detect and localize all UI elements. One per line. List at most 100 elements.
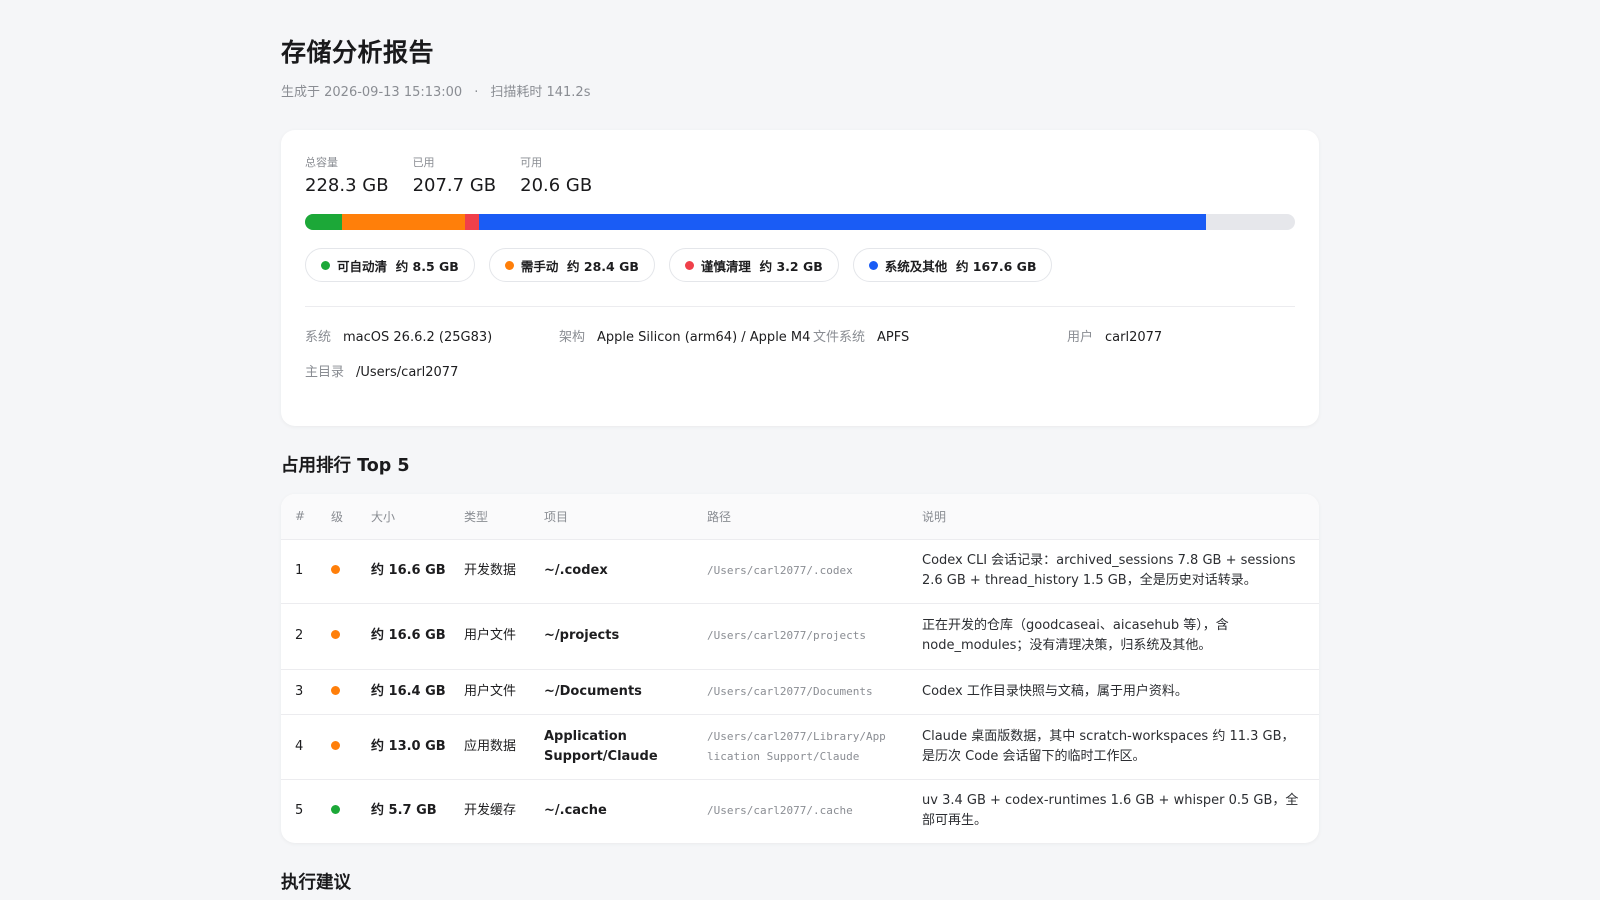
category-dot-icon — [868, 260, 878, 270]
cell-type: 开发缓存 — [464, 803, 517, 819]
report-meta: 生成于 2026-09-13 15:13:00 · 扫描耗时 141.2s — [281, 84, 1319, 102]
table-header-row: # 级 大小 类型 项目 路径 说明 — [281, 494, 1319, 540]
capacity-total-value: 228.3 GB — [305, 175, 389, 196]
generated-time: 生成于 2026-09-13 15:13:00 — [281, 85, 463, 100]
usage-segment — [478, 214, 1206, 230]
cell-size: 约 13.0 GB — [357, 714, 450, 780]
system-info: 系统 macOS 26.6.2 (25G83) 架构 Apple Silicon… — [305, 327, 1295, 383]
sys-arch-value: Apple Silicon (arm64) / Apple M4 — [597, 330, 811, 345]
col-type: 类型 — [450, 494, 530, 540]
table-row[interactable]: 2 约 16.6 GB 用户文件 ~/projects/Users/carl2077/… — [281, 603, 1319, 670]
category-dot-icon — [504, 260, 514, 270]
cell-level — [317, 603, 357, 670]
sys-user: 用户 carl2077 — [1067, 327, 1297, 348]
cell-rank: 1 — [281, 539, 317, 604]
sys-fs-value: APFS — [877, 330, 910, 345]
category-chip: 谨慎清理 约 3.2 GB — [668, 248, 839, 282]
capacity-row: 总容量 228.3 GB 已用 207.7 GB 可用 20.6 GB — [305, 156, 1295, 198]
level-dot-icon — [331, 740, 340, 750]
cell-type: 用户文件 — [450, 603, 530, 670]
table-row[interactable]: 5 约 5.7 GB 开发缓存 ~/.cache/Users/carl2077/.ca… — [281, 779, 1319, 843]
table-row[interactable]: 1 约 16.6 GB 开发数据 ~/.codex/Users/carl2077/.c… — [281, 539, 1319, 604]
capacity-total-label: 总容量 — [305, 156, 338, 169]
cell-item: ~/.cache — [544, 803, 607, 819]
level-dot-icon — [331, 805, 340, 815]
col-rank: # — [281, 494, 317, 540]
cell-type: 应用数据 — [450, 714, 530, 780]
sys-os-value: macOS 26.6.2 (25G83) — [343, 330, 493, 345]
category-chip-label: 可自动清 约 8.5 GB — [337, 258, 459, 274]
usage-segment — [465, 214, 479, 230]
col-level: 级 — [317, 494, 357, 540]
cell-item: ~/.codex — [530, 539, 693, 604]
top5-table-card: # 级 大小 类型 项目 路径 说明 1 约 16.6 GB 开发数据 ~/.code… — [281, 494, 1319, 843]
sys-home-label: 主目录 — [305, 365, 345, 380]
level-dot-icon — [331, 685, 340, 695]
sys-arch-label: 架构 — [559, 330, 586, 345]
sys-user-value: carl2077 — [1105, 330, 1163, 345]
table-row[interactable]: 3 约 16.4 GB 用户文件 ~/Documents/Users/carl2077… — [281, 669, 1319, 715]
suggestions-title: 执行建议 — [281, 873, 351, 893]
capacity-free: 可用 20.6 GB — [520, 156, 592, 198]
scan-duration: 扫描耗时 141.2s — [490, 85, 591, 100]
category-chips: 可自动清 约 8.5 GB 需手动 约 28.4 GB 谨慎清理 约 3.2 GB 系… — [305, 248, 1295, 282]
cell-path: /Users/carl2077/projects — [693, 603, 908, 670]
usage-segment — [341, 214, 465, 230]
category-chip: 系统及其他 约 167.6 GB — [852, 248, 1053, 282]
storage-summary-card: 总容量 228.3 GB 已用 207.7 GB 可用 20.6 GB 可自动清… — [281, 130, 1319, 426]
sys-os-label: 系统 — [305, 330, 332, 345]
sys-home-value: /Users/carl2077 — [356, 365, 459, 380]
cell-level — [317, 714, 357, 780]
sys-arch: 架构 Apple Silicon (arm64) / Apple M4 — [559, 327, 813, 348]
sys-fs: 文件系统 APFS — [813, 327, 1067, 348]
sys-os: 系统 macOS 26.6.2 (25G83) — [305, 327, 559, 348]
sys-home: 主目录 /Users/carl2077 — [305, 362, 559, 383]
cell-rank: 2 — [281, 603, 317, 670]
cell-rank: 4 — [281, 714, 317, 780]
cell-level — [317, 669, 357, 715]
cell-rank: 5 — [295, 803, 304, 819]
level-dot-icon — [331, 630, 340, 639]
col-desc: 说明 — [908, 494, 1319, 540]
cell-desc: Codex 工作目录快照与文稿，属于用户资料。 — [908, 669, 1319, 715]
report-page: 存储分析报告 生成于 2026-09-13 15:13:00 · 扫描耗时 141.… — [281, 36, 1319, 895]
capacity-total: 总容量 228.3 GB — [305, 156, 389, 198]
category-chip-label: 谨慎清理 约 3.2 GB — [700, 258, 823, 274]
col-path: 路径 — [693, 494, 908, 540]
page-title: 存储分析报告 — [281, 38, 435, 67]
usage-bar — [305, 214, 1295, 230]
sys-fs-label: 文件系统 — [813, 330, 866, 345]
cell-path: /Users/carl2077/.cache — [707, 804, 853, 818]
category-chip: 需手动 约 28.4 GB — [488, 248, 655, 282]
level-dot-icon — [331, 565, 340, 574]
category-dot-icon — [684, 260, 694, 270]
divider — [305, 306, 1295, 307]
cell-type: 开发数据 — [450, 539, 530, 604]
cell-level — [317, 539, 357, 604]
cell-path: /Users/carl2077/.codex — [693, 539, 908, 604]
cell-size: 约 16.6 GB — [357, 603, 450, 670]
capacity-free-value: 20.6 GB — [520, 175, 593, 196]
cell-size: 约 16.6 GB — [357, 539, 450, 604]
category-dot-icon — [321, 260, 330, 270]
sys-user-label: 用户 — [1067, 330, 1094, 345]
cell-desc: uv 3.4 GB + codex-runtimes 1.6 GB + whis… — [922, 793, 1299, 829]
capacity-free-label: 可用 — [520, 156, 543, 169]
usage-segment — [305, 214, 342, 230]
category-chip-label: 系统及其他 约 167.6 GB — [884, 258, 1037, 274]
top5-title: 占用排行 Top 5 — [281, 456, 410, 476]
category-chip-label: 需手动 约 28.4 GB — [520, 258, 639, 274]
col-size: 大小 — [357, 494, 450, 540]
cell-size: 约 16.4 GB — [357, 669, 450, 715]
table-row[interactable]: 4 约 13.0 GB 应用数据 Application Support/Claude… — [281, 714, 1319, 780]
capacity-used: 已用 207.7 GB — [413, 156, 497, 198]
cell-rank: 3 — [281, 669, 317, 715]
cell-type: 用户文件 — [450, 669, 530, 715]
cell-item: Application Support/Claude — [530, 714, 693, 780]
cell-level — [317, 779, 357, 843]
cell-path: /Users/carl2077/Library/Application Supp… — [693, 714, 908, 780]
capacity-used-label: 已用 — [412, 156, 435, 169]
top5-table: # 级 大小 类型 项目 路径 说明 1 约 16.6 GB 开发数据 ~/.code… — [281, 494, 1319, 843]
capacity-used-value: 207.7 GB — [412, 175, 497, 196]
category-chip: 可自动清 约 8.5 GB — [305, 248, 475, 282]
